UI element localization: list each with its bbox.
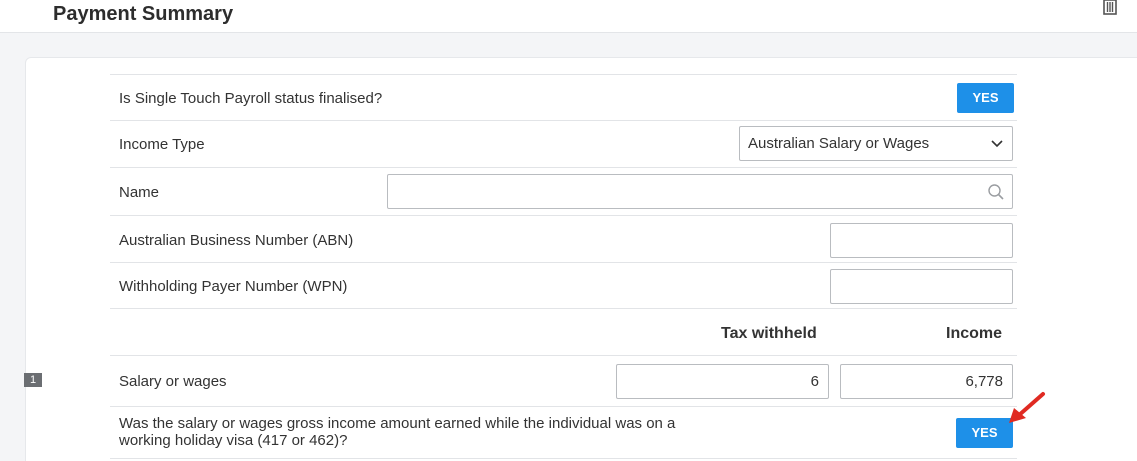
tax-withheld-input[interactable]: 6 [616,364,829,399]
stp-status-yes-button[interactable]: YES [957,83,1014,113]
wpn-label: Withholding Payer Number (WPN) [119,278,348,295]
income-header: Income [946,325,1003,342]
abn-label: Australian Business Number (ABN) [119,232,354,249]
row-wpn: Withholding Payer Number (WPN) [110,262,1017,308]
row-income-type: Income Type Australian Salary or Wages [110,120,1017,167]
row-stp-status: Is Single Touch Payroll status finalised… [110,74,1017,120]
name-search-input[interactable] [387,174,1013,209]
income-type-select[interactable]: Australian Salary or Wages [739,126,1013,161]
working-holiday-visa-label: Was the salary or wages gross income amo… [119,415,675,449]
abn-input[interactable] [830,223,1013,258]
income-input[interactable]: 6,778 [840,364,1013,399]
row-name: Name [110,167,1017,215]
row-abn: Australian Business Number (ABN) [110,215,1017,262]
working-holiday-visa-label-line2: working holiday visa (417 or 462)? [119,432,348,449]
column-header-row: Tax withheld Income [110,308,1017,355]
trash-icon[interactable] [1101,0,1119,15]
stp-status-label: Is Single Touch Payroll status finalised… [119,90,383,107]
income-type-selected: Australian Salary or Wages [748,135,930,152]
row-number-badge: 1 [24,373,42,387]
working-holiday-visa-label-line1: Was the salary or wages gross income amo… [119,415,676,432]
page-title: Payment Summary [53,3,234,25]
salary-wages-label: Salary or wages [119,373,227,390]
row-salary-wages: Salary or wages 6 6,778 [110,355,1017,406]
annotation-arrow-icon [1009,392,1045,423]
search-icon[interactable] [987,183,1005,201]
name-label: Name [119,184,160,201]
row-working-holiday-visa: Was the salary or wages gross income amo… [110,406,1017,459]
income-type-label: Income Type [119,136,205,153]
wpn-input[interactable] [830,269,1013,304]
top-bar: Payment Summary [0,0,1137,33]
chevron-down-icon [991,140,1003,148]
tax-withheld-header: Tax withheld [721,325,817,342]
